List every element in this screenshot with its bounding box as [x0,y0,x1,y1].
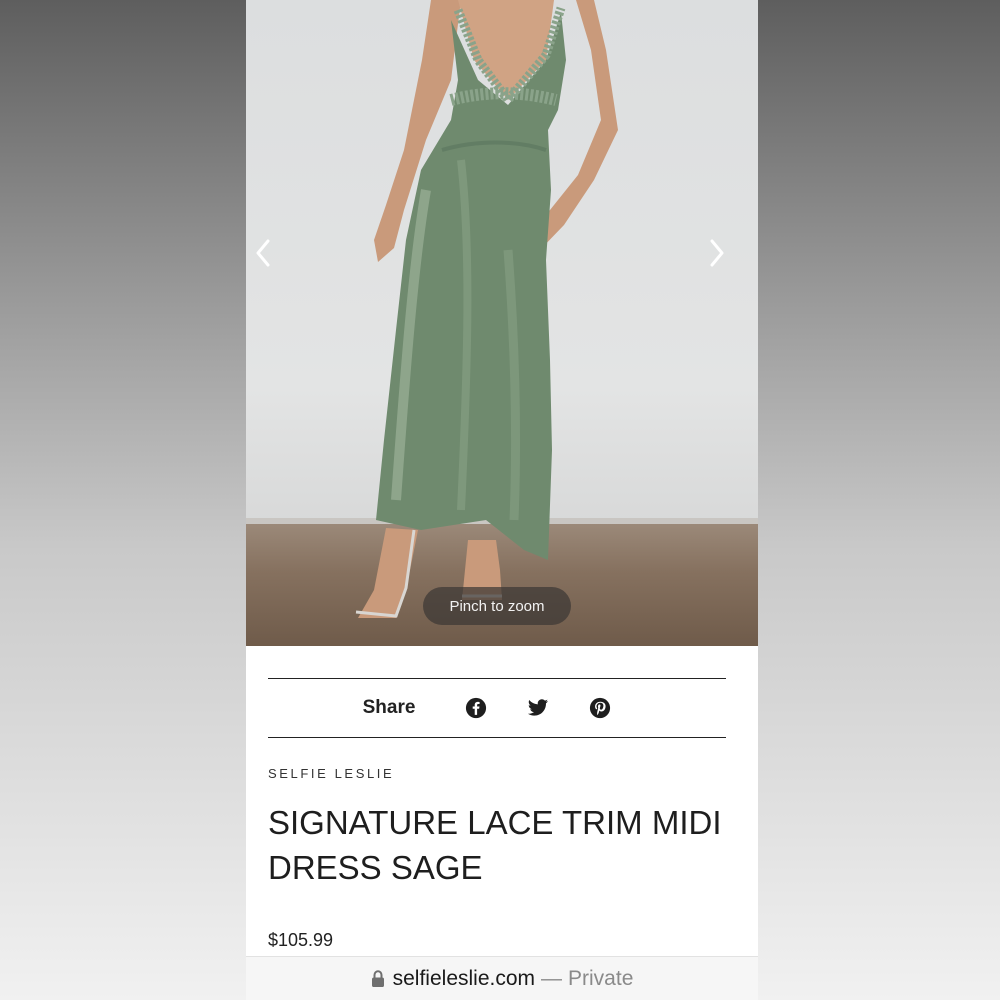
dress-illustration [355,0,618,618]
product-title: SIGNATURE LACE TRIM MIDI DRESS SAGE [268,804,722,886]
brand-name[interactable]: SELFIE LESLIE [268,766,394,781]
previous-image-button[interactable] [254,238,290,278]
product-image[interactable]: Pinch to zoom [246,0,758,646]
next-image-button[interactable] [708,238,744,278]
lock-icon [371,970,385,988]
private-mode-label: Private [568,967,634,990]
phone-screen: Pinch to zoom Share SELFIE LESLIE SIGNAT… [246,0,758,1000]
url-separator: — [541,967,563,990]
share-label: Share [362,697,416,718]
chevron-right-icon [710,239,724,267]
share-bar: Share [268,678,726,738]
twitter-icon[interactable] [526,696,550,720]
chevron-left-icon [256,239,270,267]
pinterest-icon[interactable] [588,696,612,720]
browser-address-bar[interactable]: selfieleslie.com — Private [246,956,758,1000]
product-price: $105.99 [268,930,334,950]
url-domain: selfieleslie.com [392,967,536,990]
pinch-to-zoom-hint: Pinch to zoom [423,587,571,625]
facebook-icon[interactable] [464,696,488,720]
